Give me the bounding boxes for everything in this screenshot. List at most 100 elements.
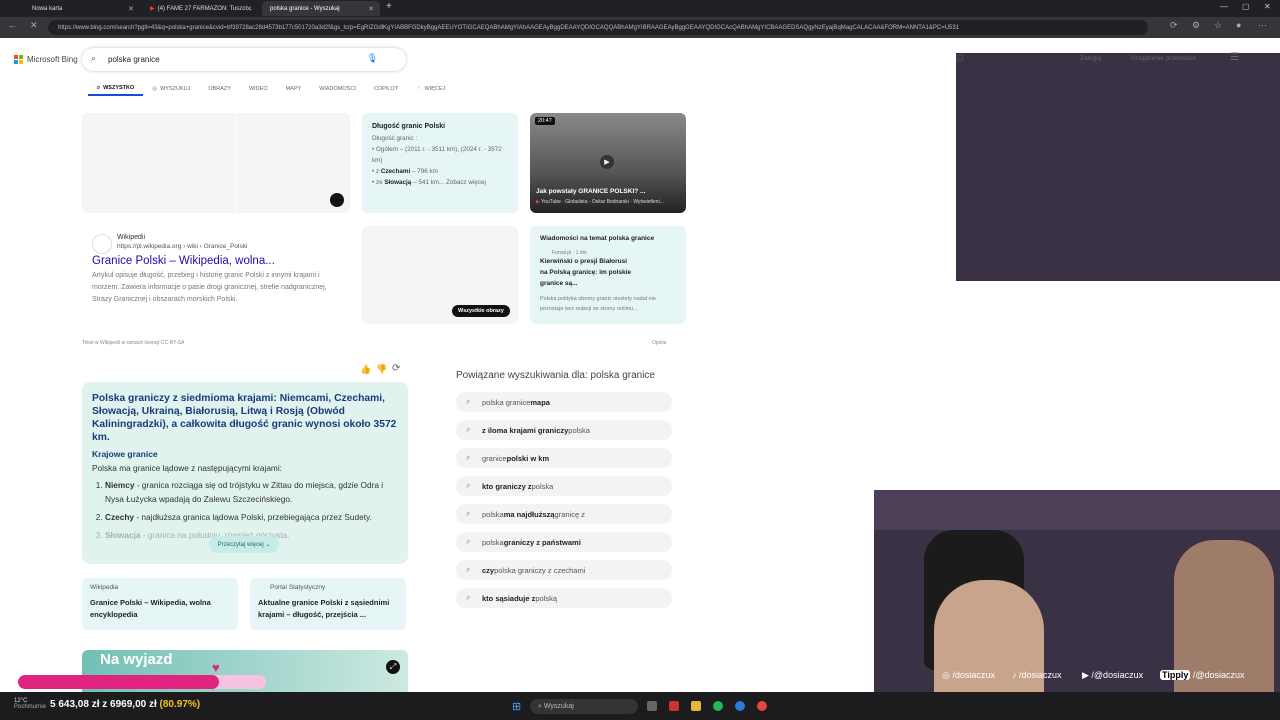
stop-icon[interactable]: ✕: [30, 20, 38, 31]
weather-widget[interactable]: 12°C Pochmurnie: [14, 698, 46, 710]
search-icon: ⌕: [466, 397, 471, 406]
read-more-button[interactable]: Przeczytaj więcej ⌄: [209, 536, 279, 553]
goal-progress-fill: [18, 675, 219, 689]
tab-copilot[interactable]: COPILOT: [365, 82, 407, 96]
microphone-icon[interactable]: 🎙: [367, 53, 378, 64]
facts-intro: Długość granic :: [372, 135, 418, 142]
file-explorer-icon[interactable]: [691, 701, 701, 711]
share-icon[interactable]: ⟳: [392, 363, 400, 374]
close-window-icon[interactable]: ✕: [1264, 2, 1271, 11]
text: ma najdłuższą: [503, 509, 555, 519]
back-icon[interactable]: ←: [8, 20, 17, 30]
bing-logo[interactable]: Microsoft Bing: [14, 55, 78, 64]
tab-all[interactable]: ⌕ WSZYSTKO: [88, 82, 144, 96]
text: polska: [568, 425, 590, 435]
goal-amount: 5 643,08 zł z 6969,00 zł (80.97%): [50, 699, 200, 710]
next-icon[interactable]: [330, 193, 344, 207]
close-icon[interactable]: ✕: [128, 5, 134, 13]
profile-icon[interactable]: ●: [1236, 20, 1241, 30]
country: Słowacja: [105, 530, 141, 540]
related-search-item[interactable]: ⌕ z iloma krajami graniczy polska: [456, 420, 672, 440]
news-card[interactable]: Wiadomości na temat polska granice Forsa…: [530, 226, 686, 324]
close-icon[interactable]: ✕: [246, 5, 252, 13]
tab-youtube[interactable]: ▶ (4) FAME 27 FARMAZON: Tuszol... ✕: [142, 1, 258, 16]
mobile-link[interactable]: Urządzenie przenośne: [1131, 55, 1196, 62]
taskbar-search[interactable]: ⌕ Wyszukaj: [530, 699, 638, 714]
text: graniczy z państwami: [503, 537, 581, 547]
text: polski w km: [506, 453, 550, 463]
result-url[interactable]: https://pl.wikipedia.org › wiki › Granic…: [117, 243, 340, 250]
gear-icon[interactable]: ⚙: [1192, 20, 1200, 31]
text: czy: [482, 565, 495, 575]
edge-icon[interactable]: [735, 701, 745, 711]
nav-label: WIDEO: [248, 86, 268, 92]
video-meta: ▶ YouTube · Globalista - Oskar Bednarski…: [536, 199, 664, 205]
expand-icon[interactable]: ⤢: [386, 660, 400, 674]
login-link[interactable]: Zaloguj: [1080, 55, 1101, 62]
facts-line: • ze Słowacją – 541 km... Zobacz więcej: [372, 177, 508, 188]
thumbs-down-icon[interactable]: 👎: [376, 364, 387, 375]
related-search-item[interactable]: ⌕ polska granice mapa: [456, 392, 672, 412]
related-search-item[interactable]: ⌕ kto graniczy z polska: [456, 476, 672, 496]
news-snippet: Polska polityka obrony granic niestety n…: [540, 296, 656, 312]
search-icon: ⌕: [466, 425, 471, 434]
result-site: Wikipedii: [117, 234, 146, 241]
search-icon: ⌕: [466, 509, 471, 518]
search-nav: ⌕ WSZYSTKO ◎ WYSZUKUJ OBRAZY WIDEO MAPY WI…: [88, 82, 454, 96]
search-query: polska granice: [108, 55, 160, 64]
url-field[interactable]: https://www.bing.com/search?pglt=43&q=po…: [48, 20, 1148, 35]
source-card[interactable]: Wikipedia Granice Polski – Wikipedia, wo…: [82, 578, 238, 630]
search-icon: ⌕: [91, 53, 97, 63]
tab-images[interactable]: OBRAZY: [199, 82, 240, 96]
result-title-link[interactable]: Granice Polski – Wikipedia, wolna...: [92, 255, 340, 267]
hamburger-icon[interactable]: ☰: [1230, 52, 1239, 63]
tab-new[interactable]: Nowa karta ✕: [24, 1, 140, 16]
text: granicę z: [554, 509, 585, 519]
search-icon: ⌕: [466, 453, 471, 462]
related-search-item[interactable]: ⌕ kto sąsiaduje z polską: [456, 588, 672, 608]
goal-amount-text: 5 643,08 zł z 6969,00 zł: [50, 699, 157, 710]
source-site: Wikipedia: [90, 584, 119, 591]
related-search-item[interactable]: ⌕ granice polski w km: [456, 448, 672, 468]
images-card[interactable]: Wszystkie obrazy: [362, 226, 518, 324]
close-icon[interactable]: ✕: [368, 5, 374, 13]
minimize-icon[interactable]: —: [1220, 2, 1228, 11]
tab-more[interactable]: ⋮ WIĘCEJ: [407, 82, 454, 96]
see-more-link[interactable]: Zobacz więcej: [446, 179, 486, 186]
related-search-item[interactable]: ⌕ polska graniczy z państwami: [456, 532, 672, 552]
maximize-icon[interactable]: ▢: [1242, 2, 1250, 11]
goal-percent: (80.97%): [159, 699, 201, 710]
menu-icon[interactable]: ⋯: [1258, 20, 1267, 31]
chrome-icon[interactable]: [757, 701, 767, 711]
spotify-icon[interactable]: [713, 701, 723, 711]
news-headline[interactable]: Kierwiński o presji Białorusi na Polską …: [540, 256, 635, 289]
image-carousel[interactable]: [82, 113, 350, 213]
all-images-button[interactable]: Wszystkie obrazy: [452, 305, 510, 317]
tab-bing[interactable]: polska granice - Wyszukaj ✕: [262, 1, 380, 16]
video-card[interactable]: 20:47 ▶ Jak powstały GRANICE POLSKI? ...…: [530, 113, 686, 213]
tab-maps[interactable]: MAPY: [277, 82, 311, 96]
result-snippet: Artykuł opisuje długość, przebieg i hist…: [92, 272, 327, 303]
related-search-item[interactable]: ⌕ czy polska graniczy z czechami: [456, 560, 672, 580]
app-icon[interactable]: [669, 701, 679, 711]
text: - granica rozciąga się od trójstyku w Zi…: [105, 480, 384, 504]
related-search-item[interactable]: ⌕ polska ma najdłuższą granicę z: [456, 504, 672, 524]
new-tab-button[interactable]: +: [386, 1, 392, 12]
refresh-icon[interactable]: ⟳: [1170, 20, 1178, 31]
source-site: Portal Statystyczny: [270, 584, 326, 591]
divider: [236, 113, 237, 213]
task-view-icon[interactable]: [647, 701, 657, 711]
search-input[interactable]: ⌕ polska granice 🎙 ⊡: [82, 48, 1280, 281]
feedback-link[interactable]: Opinia: [652, 340, 666, 346]
source-card[interactable]: Portal Statystyczny Aktualne granice Pol…: [250, 578, 406, 630]
windows-start-icon[interactable]: ⊞: [512, 700, 521, 713]
thumbs-up-icon[interactable]: 👍: [360, 364, 371, 375]
star-icon[interactable]: ☆: [1214, 20, 1222, 31]
facts-card[interactable]: Długość granic Polski Długość granic : •…: [362, 113, 518, 213]
play-icon[interactable]: ▶: [600, 155, 614, 169]
visual-search-icon[interactable]: ⊡: [956, 53, 1280, 281]
tab-copilot-search[interactable]: ◎ WYSZUKUJ: [143, 82, 199, 96]
tab-videos[interactable]: WIDEO: [240, 82, 277, 96]
search-icon: ⌕: [466, 593, 471, 602]
tab-news[interactable]: WIADOMOŚCI: [310, 82, 365, 96]
